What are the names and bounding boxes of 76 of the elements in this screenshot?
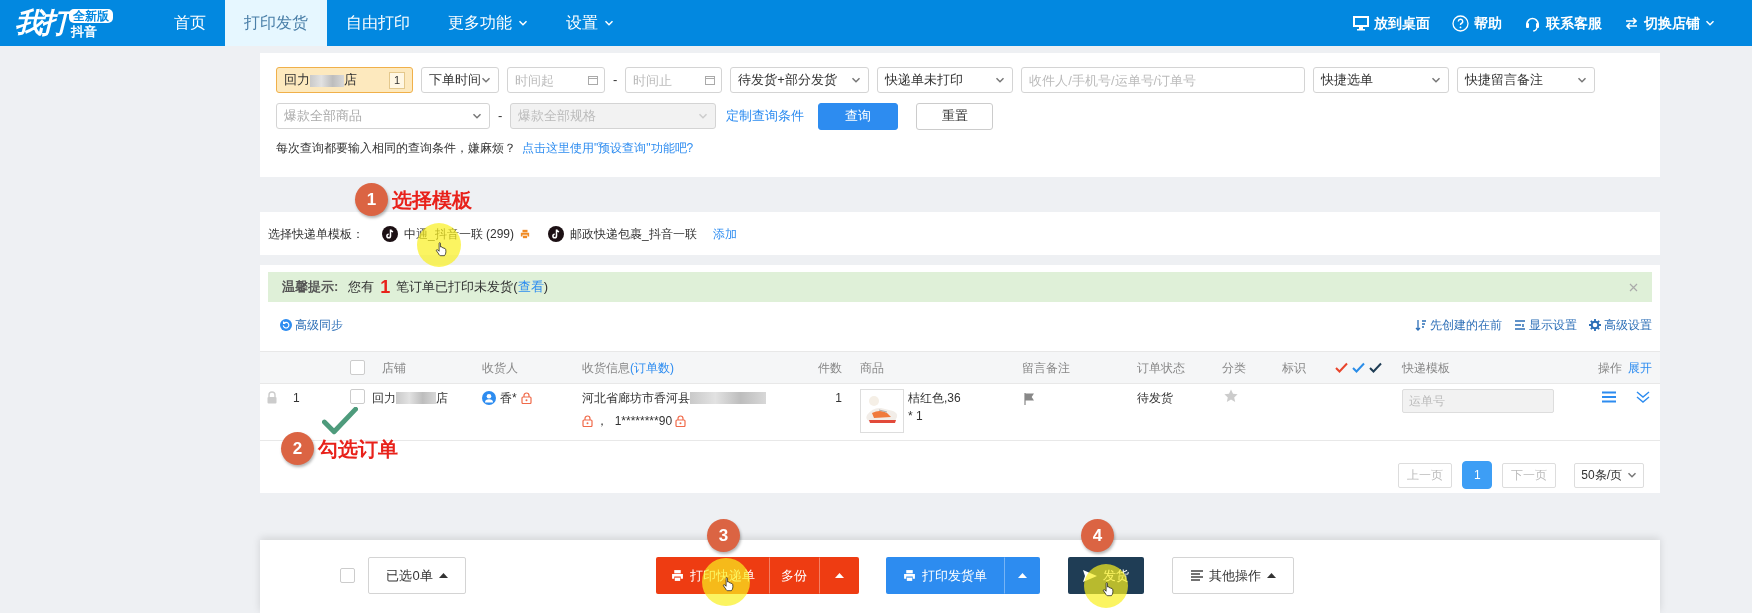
date-field[interactable]: 时间起	[507, 67, 605, 93]
toolbar-link[interactable]: 先创建的在前	[1415, 316, 1502, 334]
dropdown-select[interactable]: 快递单未打印	[877, 67, 1014, 93]
template-option[interactable]: 邮政快递包裹_抖音一联	[570, 224, 697, 243]
alert-title: 温馨提示:	[282, 278, 339, 297]
product-variant: 桔红色,36	[908, 390, 961, 407]
column-header: 标识	[1282, 359, 1306, 377]
add-template-link[interactable]: 添加	[712, 224, 737, 243]
logo-subtitle: 抖音	[71, 24, 97, 38]
shop-name: 回力	[284, 72, 310, 88]
toolbar-link[interactable]: 高级设置	[1589, 316, 1652, 334]
address-text: 河北省廊坊市香河县	[582, 390, 690, 407]
column-link[interactable]: 展开	[1628, 358, 1652, 377]
column-header: 快递模板	[1402, 359, 1450, 377]
dropdown-select[interactable]: 快捷选单	[1313, 67, 1450, 93]
date-field[interactable]: 时间止	[625, 67, 723, 93]
nav-tab[interactable]: 自由打印	[327, 0, 429, 46]
header-link[interactable]: 放到桌面	[1353, 12, 1430, 34]
alert-text: 您有	[348, 278, 375, 297]
toolbar-link[interactable]: 显示设置	[1514, 316, 1577, 334]
column-header: 订单状态	[1137, 359, 1185, 377]
shop-select[interactable]: 回力 店 1	[276, 67, 413, 93]
dropdown-select[interactable]: 爆款全部商品	[276, 103, 490, 129]
hint-text: 每次查询都要输入相同的查询条件，嫌麻烦？	[276, 141, 516, 155]
dropdown-select[interactable]: 下单时间	[421, 67, 499, 93]
alert-text: )	[543, 278, 549, 297]
column-link[interactable]: (订单数)	[630, 358, 674, 377]
preset-query-link[interactable]: 点击这里使用"预设查询"功能吧?	[522, 141, 694, 155]
column-header: 分类	[1222, 359, 1246, 377]
version-badge: 全新版	[69, 8, 113, 23]
print-invoice-button[interactable]: 打印发货单	[886, 557, 1004, 594]
selected-count-button[interactable]: 已选0单	[368, 557, 466, 594]
row-number: 1	[293, 390, 300, 407]
column-header: 操作	[1598, 359, 1622, 377]
range-separator: -	[498, 107, 503, 126]
count-badge: 1	[388, 71, 405, 89]
other-actions-button[interactable]: 其他操作	[1172, 557, 1294, 594]
nav-tab[interactable]: 设置	[547, 0, 633, 46]
view-link[interactable]: 查看	[517, 277, 544, 297]
column-header: 收货人	[482, 359, 518, 377]
step-label: 选择模板	[392, 187, 472, 213]
column-header: 件数	[818, 359, 842, 377]
header-link[interactable]: 联系客服	[1524, 12, 1602, 34]
sync-link[interactable]: 高级同步	[280, 316, 343, 334]
nav-tab[interactable]: 打印发货	[225, 0, 327, 46]
header-link[interactable]: 切换店铺	[1624, 12, 1715, 34]
nav-tab[interactable]: 首页	[155, 0, 225, 46]
template-label: 选择快递单模板：	[268, 225, 364, 243]
search-field[interactable]: 收件人/手机号/运单号/订单号	[1021, 67, 1306, 93]
step-label: 勾选订单	[318, 436, 398, 462]
query-button[interactable]: 查询	[818, 102, 899, 130]
order-count: 1	[380, 278, 391, 296]
order-status: 待发货	[1137, 390, 1173, 407]
shop-name: 店	[436, 390, 448, 407]
alert-text: 笔订单已打印未发货(	[396, 278, 518, 297]
phone-number: ， 1********90	[596, 413, 673, 430]
page-button[interactable]: 1	[1462, 461, 1493, 489]
column-header: 店铺	[382, 359, 406, 377]
column-header: 收货信息	[582, 359, 630, 377]
header-link[interactable]: 帮助	[1452, 12, 1502, 34]
column-header: 商品	[860, 359, 884, 377]
nav-tab[interactable]: 更多功能	[429, 0, 547, 46]
dropdown-select[interactable]: 待发货+部分发货	[730, 67, 870, 93]
shop-name: 店	[344, 72, 357, 88]
column-header: 留言备注	[1022, 359, 1070, 377]
dropdown-select[interactable]: 快捷留言备注	[1457, 67, 1596, 93]
shop-name: 回力	[372, 390, 396, 407]
range-separator: -	[613, 71, 618, 90]
copies-button[interactable]: 多份	[769, 557, 819, 594]
product-quantity: * 1	[908, 408, 924, 425]
reset-button[interactable]: 重置	[916, 102, 994, 130]
custom-query-link[interactable]: 定制查询条件	[726, 106, 805, 126]
page-size-select[interactable]: 50条/页	[1574, 462, 1644, 488]
step-number: 1	[355, 183, 388, 216]
item-count: 1	[835, 390, 842, 407]
receiver-name: 香*	[500, 390, 517, 407]
